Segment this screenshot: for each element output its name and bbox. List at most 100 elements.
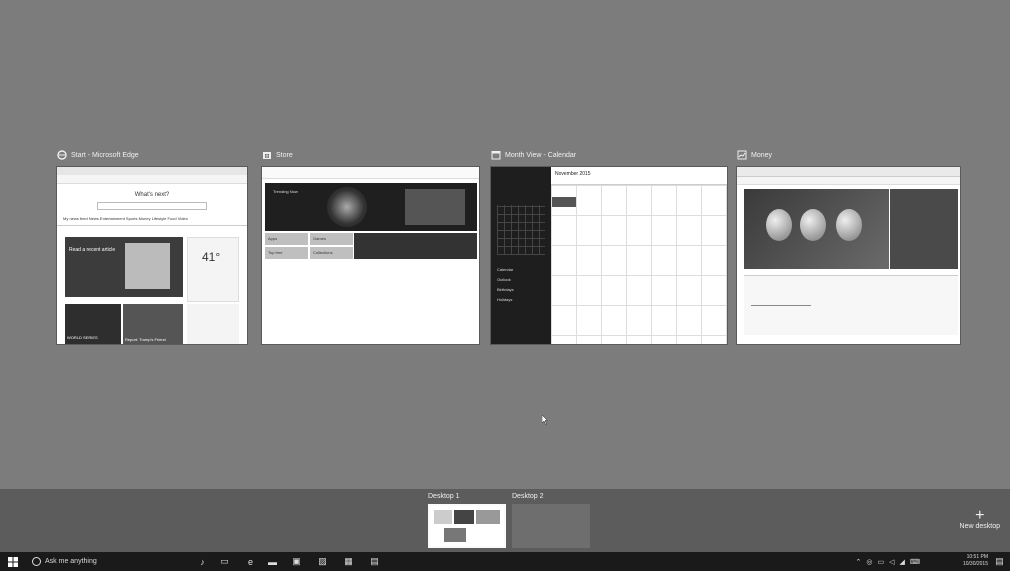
calendar-icon [490,150,501,161]
store-hero-text: Trending Now [273,189,298,194]
window-title-bar[interactable]: Month View - Calendar [490,148,728,162]
window-thumbnail[interactable]: What's next? My news feed News Entertain… [56,166,248,345]
window-title-bar[interactable]: Store [261,148,480,162]
window-edge[interactable]: Start - Microsoft Edge What's next? My n… [56,148,248,345]
desktop-2-label: Desktop 2 [512,493,544,500]
mini-calendar [497,205,545,255]
network-icon[interactable]: ◎ [866,558,872,566]
cortana-icon [32,557,41,566]
edge-taskbar-icon[interactable]: e [244,555,257,568]
start-button[interactable] [4,554,22,569]
weather-card: 41° [187,237,239,302]
task-view-icon[interactable]: ▭ [218,555,231,568]
calendar-list-item: Outlook [497,277,511,282]
news-headline: Read a recent article [69,247,116,253]
volume-icon[interactable]: ◁ [889,558,894,566]
clock-time: 10:51 PM [966,554,988,560]
calendar-list: Calendar Outlook Birthdays Holidays [497,265,514,305]
edge-question: What's next? [134,192,170,198]
store-featured [354,233,477,259]
money-taskbar-icon[interactable]: ▤ [368,555,381,568]
desktop-1-label: Desktop 1 [428,493,460,500]
mouse-cursor-icon [541,412,549,425]
money-hero [744,189,889,269]
store-hero-image [327,187,367,227]
money-icon [736,150,747,161]
chevron-up-icon[interactable]: ⌃ [856,558,862,566]
market-chart [751,292,811,306]
address-bar [57,175,247,184]
window-thumbnail[interactable]: Calendar Outlook Birthdays Holidays Nove… [490,166,728,345]
money-side-image [890,189,958,269]
calendar-taskbar-icon[interactable]: ▦ [342,555,355,568]
window-thumbnail[interactable]: Trending Now Apps Games Top free Collect… [261,166,480,345]
new-desktop-button[interactable]: + New desktop [959,507,1000,531]
mini-window [444,528,466,542]
cortana-search-box[interactable]: Ask me anything [32,554,97,569]
egg-image [836,209,862,241]
month-grid: November 2015 [551,167,727,344]
taskbar: Ask me anything ♪ ▭ e ▬ ▣ ▨ ▦ ▤ ⌃ ◎ ▭ ◁ … [0,552,1010,571]
money-titlebar [737,167,960,177]
window-title-bar[interactable]: Start - Microsoft Edge [56,148,248,162]
mini-window [434,510,452,524]
desktop-2-thumbnail[interactable] [512,504,590,548]
file-explorer-icon[interactable]: ▬ [266,555,279,568]
microphone-icon[interactable]: ♪ [196,555,209,568]
action-center-icon[interactable]: ▤ [993,555,1006,568]
photos-icon[interactable]: ▨ [316,555,329,568]
window-title: Store [276,151,293,159]
weather-icons [187,304,239,344]
today-cell [552,197,576,207]
wifi-icon[interactable]: ◢ [900,558,905,566]
egg-image [800,209,826,241]
calendar-list-item: Calendar [497,267,514,272]
plus-icon: + [975,507,985,524]
screen: Start - Microsoft Edge What's next? My n… [0,0,1010,571]
store-cell: Top free [265,247,308,259]
store-topbar [262,167,479,179]
store-hero-image-2 [405,189,465,225]
window-title: Start - Microsoft Edge [71,151,139,159]
keyboard-icon[interactable]: ⌨ [910,558,920,566]
calendar-sidebar: Calendar Outlook Birthdays Holidays [491,167,551,344]
news-card: Read a recent article [65,237,183,297]
window-thumbnail[interactable] [736,166,961,345]
tab-bar [57,167,247,175]
mini-window [454,510,474,524]
news-caption-a: WORLD SERIES [67,335,98,340]
store-hero: Trending Now [265,183,477,231]
egg-image [766,209,792,241]
cortana-placeholder: Ask me anything [45,558,97,565]
system-tray: ⌃ ◎ ▭ ◁ ◢ ⌨ [856,554,921,569]
window-title-bar[interactable]: Money [736,148,961,162]
edge-search-box [97,202,207,210]
store-taskbar-icon[interactable]: ▣ [290,555,303,568]
desktop-1-thumbnail[interactable] [428,504,506,548]
mini-window [476,510,500,524]
battery-icon[interactable]: ▭ [877,558,884,566]
weather-temp: 41° [202,250,221,264]
edge-news-tabs: My news feed News Entertainment Sports M… [57,216,247,226]
new-desktop-label: New desktop [959,523,1000,530]
store-icon [261,150,272,161]
window-calendar[interactable]: Month View - Calendar Calendar Outlook B… [490,148,728,345]
store-cell: Apps [265,233,308,245]
desktop-switcher: Desktop 1 Desktop 2 + New desktop [0,489,1010,552]
edge-icon [56,150,67,161]
window-store[interactable]: Store Trending Now Apps Games Top free C… [261,148,480,345]
money-nav [737,177,960,185]
windows-logo-icon [8,556,18,567]
clock[interactable]: 10:51 PM 10/30/2015 [963,554,988,568]
news-caption-b: Report: Trump's Friend [125,337,166,342]
news-image [125,243,170,289]
window-title: Money [751,151,773,159]
window-title: Month View - Calendar [505,151,577,159]
calendar-list-item: Birthdays [497,287,514,292]
store-cell: Collections [310,247,353,259]
task-view: Start - Microsoft Edge What's next? My n… [0,0,1010,489]
window-money[interactable]: Money [736,148,961,345]
store-cell: Games [310,233,353,245]
month-header: November 2015 [551,167,727,185]
calendar-list-item: Holidays [497,297,513,302]
